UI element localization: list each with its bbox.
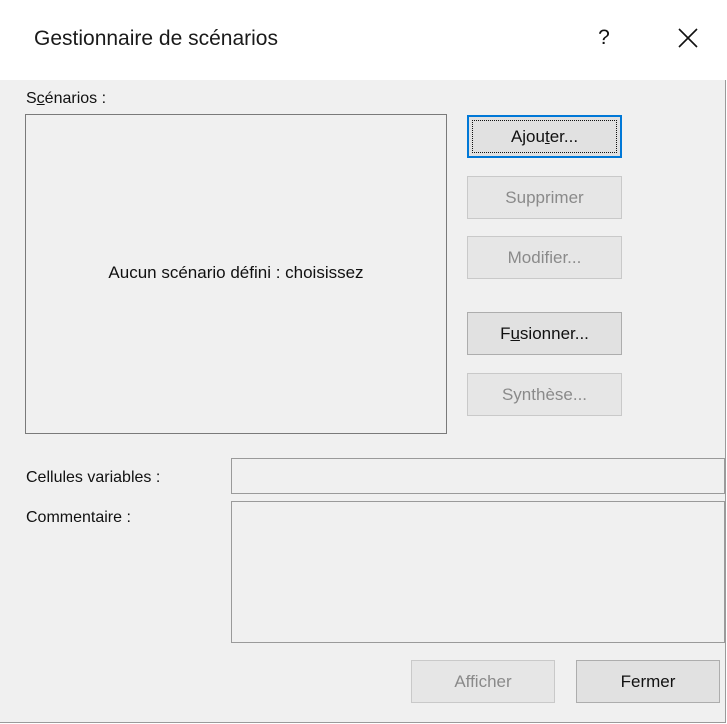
delete-button[interactable]: Supprimer <box>467 176 622 219</box>
show-button[interactable]: Afficher <box>411 660 555 703</box>
help-button[interactable]: ? <box>584 18 624 58</box>
focus-rectangle <box>472 120 617 153</box>
add-button[interactable]: Ajouter... <box>467 115 622 158</box>
comment-field[interactable] <box>231 501 725 643</box>
merge-button[interactable]: Fusionner... <box>467 312 622 355</box>
close-icon <box>678 28 698 48</box>
edit-button[interactable]: Modifier... <box>467 236 622 279</box>
title-bar: Gestionnaire de scénarios ? <box>0 0 726 80</box>
summary-button[interactable]: Synthèse... <box>467 373 622 416</box>
empty-list-message: Aucun scénario défini : choisissez <box>108 263 364 282</box>
scenario-manager-dialog: Gestionnaire de scénarios ? Scénarios : … <box>0 0 726 723</box>
changing-cells-label: Cellules variables : <box>26 469 161 486</box>
close-dialog-button[interactable]: Fermer <box>576 660 720 703</box>
scenarios-label: Scénarios : <box>26 90 107 107</box>
comment-label: Commentaire : <box>26 509 131 526</box>
dialog-title: Gestionnaire de scénarios <box>34 27 278 50</box>
close-button[interactable] <box>668 18 708 58</box>
changing-cells-field[interactable] <box>231 458 725 494</box>
help-icon: ? <box>598 26 610 49</box>
scenarios-listbox[interactable]: Aucun scénario défini : choisissez <box>25 114 447 434</box>
